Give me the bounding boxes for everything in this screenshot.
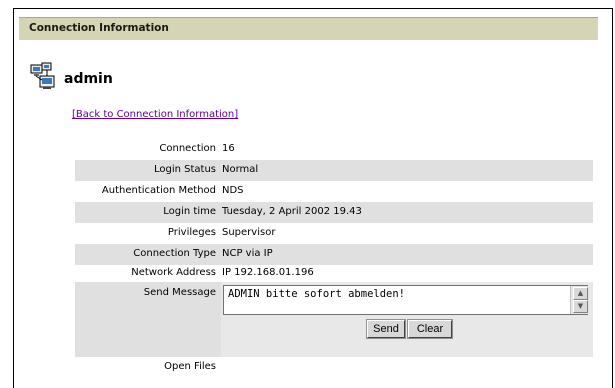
row-value: IP 192.168.01.196 [222, 267, 314, 278]
user-name: admin [64, 71, 113, 87]
row-value: Tuesday, 2 April 2002 19.43 [222, 206, 362, 217]
section-title: Connection Information [29, 22, 169, 34]
row-label: Login time [163, 206, 216, 217]
row-label: Login Status [153, 164, 216, 175]
section-title-bar: Connection Information [19, 17, 598, 40]
row-value: Normal [222, 164, 259, 175]
row-value: NCP via IP [222, 248, 273, 259]
info-row-connection-type: Connection Type NCP via IP [75, 244, 593, 265]
info-row-authentication-method: Authentication Method NDS [75, 181, 593, 202]
info-row-privileges: Privileges Supervisor [75, 223, 593, 244]
message-scrollbar[interactable]: ▲ ▼ [570, 286, 589, 314]
send-message-label: Send Message [143, 287, 216, 298]
scroll-up-arrow-icon[interactable]: ▲ [573, 287, 588, 300]
back-to-connection-info-link[interactable]: [Back to Connection Information] [72, 109, 238, 120]
network-computers-icon [30, 62, 55, 89]
row-label: Connection [159, 143, 216, 154]
scroll-down-arrow-icon[interactable]: ▼ [573, 300, 588, 313]
message-textarea[interactable]: ADMIN bitte sofort abmelden! [223, 285, 588, 315]
clear-button[interactable]: Clear [407, 319, 453, 339]
send-button[interactable]: Send [366, 319, 406, 339]
info-row-login-status: Login Status Normal [75, 160, 593, 181]
row-value: 16 [222, 143, 235, 154]
row-label: Network Address [131, 267, 216, 278]
row-label: Connection Type [133, 248, 216, 259]
row-value: NDS [222, 185, 244, 196]
info-row-network-address: Network Address IP 192.168.01.196 [75, 263, 593, 284]
send-message-row: Send Message ADMIN bitte sofort abmelden… [75, 282, 593, 357]
info-row-connection: Connection 16 [75, 139, 593, 160]
row-label: Authentication Method [101, 185, 216, 196]
info-row-login-time: Login time Tuesday, 2 April 2002 19.43 [75, 202, 593, 223]
row-label: Privileges [167, 227, 216, 238]
open-files-label: Open Files [164, 361, 216, 372]
row-value: Supervisor [222, 227, 276, 238]
